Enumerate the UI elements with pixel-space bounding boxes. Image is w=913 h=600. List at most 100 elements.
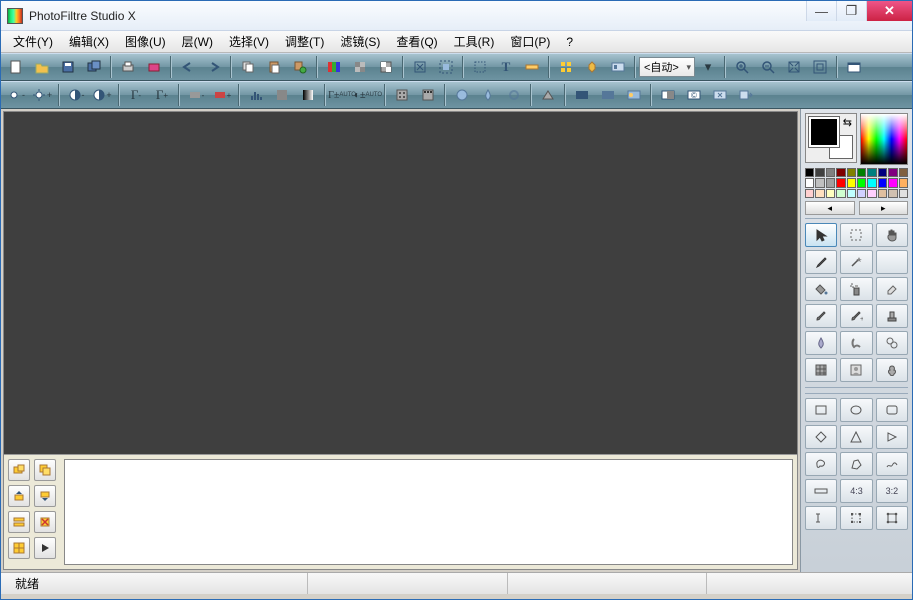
transparent-button[interactable] <box>374 56 398 78</box>
contrast-plus-button[interactable]: + <box>90 84 114 106</box>
fullscreen-button[interactable] <box>842 56 866 78</box>
portrait-tool[interactable] <box>840 358 872 382</box>
menu-view[interactable]: 查看(Q) <box>388 31 445 52</box>
aspect-43[interactable]: 4:3 <box>840 479 872 503</box>
palette-next-button[interactable]: ▸ <box>859 201 909 215</box>
undo-button[interactable] <box>176 56 200 78</box>
palette-color[interactable] <box>847 178 856 187</box>
auto-zoom-button[interactable] <box>808 56 832 78</box>
menu-image[interactable]: 图像(U) <box>117 31 174 52</box>
brightness-minus-button[interactable]: - <box>4 84 28 106</box>
palette-color[interactable] <box>867 189 876 198</box>
menu-layer[interactable]: 层(W) <box>174 31 221 52</box>
contrast-minus-button[interactable]: - <box>64 84 88 106</box>
palette-color[interactable] <box>805 189 814 198</box>
shape-ellipse[interactable] <box>840 398 872 422</box>
save-button[interactable] <box>56 56 80 78</box>
palette-color[interactable] <box>836 178 845 187</box>
print-button[interactable] <box>116 56 140 78</box>
shape-triangle-right[interactable] <box>876 425 908 449</box>
spray-tool[interactable] <box>840 277 872 301</box>
text-button[interactable]: T <box>494 56 518 78</box>
copy-button[interactable] <box>236 56 260 78</box>
palette-color[interactable] <box>888 178 897 187</box>
palette-color[interactable] <box>847 189 856 198</box>
histogram-button[interactable] <box>244 84 268 106</box>
shape-roundrect[interactable] <box>876 398 908 422</box>
redo-button[interactable] <box>202 56 226 78</box>
sharpen-more-button[interactable] <box>416 84 440 106</box>
palette-color[interactable] <box>899 168 908 177</box>
line-tool[interactable] <box>876 250 908 274</box>
gamma-minus-button[interactable]: Γ- <box>124 84 148 106</box>
layer-down-button[interactable] <box>34 485 56 507</box>
palette-color[interactable] <box>826 189 835 198</box>
variations-1-button[interactable] <box>570 84 594 106</box>
crop-tool[interactable] <box>840 506 872 530</box>
palette-color[interactable] <box>878 168 887 177</box>
layer-merge-button[interactable] <box>8 511 30 533</box>
aspect-line[interactable] <box>805 479 837 503</box>
palette-color[interactable] <box>888 168 897 177</box>
minimize-button[interactable]: — <box>806 1 836 21</box>
menu-adjust[interactable]: 调整(T) <box>277 31 332 52</box>
plugin-filter-button[interactable] <box>708 84 732 106</box>
palette-color[interactable] <box>826 178 835 187</box>
menu-tools[interactable]: 工具(R) <box>446 31 503 52</box>
paste-new-button[interactable] <box>288 56 312 78</box>
open-button[interactable] <box>30 56 54 78</box>
auto-contrast-button[interactable]: ◐±AUTO <box>356 84 380 106</box>
color-spectrum[interactable] <box>860 113 908 165</box>
copyright-button[interactable]: © <box>682 84 706 106</box>
canvas-size-button[interactable] <box>434 56 458 78</box>
palette-color[interactable] <box>805 168 814 177</box>
ruler-button[interactable] <box>520 56 544 78</box>
shape-rect[interactable] <box>805 398 837 422</box>
pattern-tool[interactable] <box>805 358 837 382</box>
palette-prev-button[interactable]: ◂ <box>805 201 855 215</box>
palette-color[interactable] <box>815 168 824 177</box>
palette-color[interactable] <box>867 168 876 177</box>
palette-color[interactable] <box>878 189 887 198</box>
deform-tool[interactable] <box>876 358 908 382</box>
plugin-button[interactable] <box>580 56 604 78</box>
image-explorer-button[interactable] <box>606 56 630 78</box>
palette-color[interactable] <box>826 168 835 177</box>
layer-new-button[interactable] <box>8 459 30 481</box>
indexed-button[interactable] <box>348 56 372 78</box>
export-button[interactable] <box>734 84 758 106</box>
photomasque-button[interactable] <box>656 84 680 106</box>
menu-window[interactable]: 窗口(P) <box>502 31 558 52</box>
palette-color[interactable] <box>857 168 866 177</box>
menu-help[interactable]: ? <box>558 33 581 51</box>
blur-button[interactable] <box>450 84 474 106</box>
layer-play-button[interactable] <box>34 537 56 559</box>
menu-edit[interactable]: 编辑(X) <box>61 31 117 52</box>
zoom-select[interactable]: <自动> <box>639 57 695 77</box>
relief-button[interactable] <box>536 84 560 106</box>
pointer-tool[interactable] <box>805 223 837 247</box>
zoom-dropdown-button[interactable]: ▾ <box>696 56 720 78</box>
sharpen-button[interactable] <box>390 84 414 106</box>
wand-tool[interactable] <box>840 250 872 274</box>
swap-colors-icon[interactable]: ⇆ <box>843 116 852 129</box>
saturation-minus-button[interactable]: - <box>184 84 208 106</box>
stamp-tool[interactable] <box>876 304 908 328</box>
select-tool[interactable] <box>840 223 872 247</box>
save-layers-button[interactable] <box>82 56 106 78</box>
palette-color[interactable] <box>815 189 824 198</box>
shape-lasso[interactable] <box>805 452 837 476</box>
palette-color[interactable] <box>899 189 908 198</box>
bucket-tool[interactable] <box>805 277 837 301</box>
scanner-button[interactable] <box>142 56 166 78</box>
menu-file[interactable]: 文件(Y) <box>5 31 61 52</box>
palette-color[interactable] <box>815 178 824 187</box>
layer-grid-button[interactable] <box>8 537 30 559</box>
saturation-plus-button[interactable]: + <box>210 84 234 106</box>
layer-dup-button[interactable] <box>34 459 56 481</box>
brightness-plus-button[interactable]: + <box>30 84 54 106</box>
variations-3-button[interactable] <box>622 84 646 106</box>
close-button[interactable]: ✕ <box>866 1 912 21</box>
palette-color[interactable] <box>888 189 897 198</box>
new-button[interactable] <box>4 56 28 78</box>
